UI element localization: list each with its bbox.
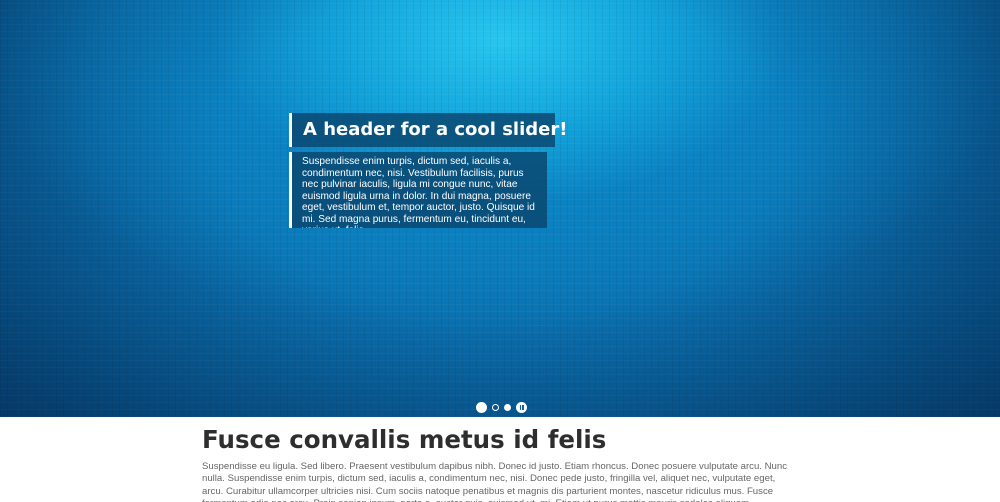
slide-dot-1[interactable]	[476, 401, 487, 413]
pause-icon[interactable]	[516, 401, 527, 413]
content-heading: Fusce convallis metus id felis	[202, 425, 607, 454]
page: A header for a cool slider! Suspendisse …	[0, 0, 1000, 502]
slider-controls	[476, 401, 527, 413]
content-paragraph: Suspendisse eu ligula. Sed libero. Praes…	[202, 461, 788, 502]
main-content: Fusce convallis metus id felis Suspendis…	[202, 417, 792, 502]
slide-dot-2[interactable]	[492, 403, 499, 411]
slider-caption-title: A header for a cool slider!	[289, 113, 567, 147]
slider-caption-body: Suspendisse enim turpis, dictum sed, iac…	[289, 152, 547, 228]
hero-slider[interactable]: A header for a cool slider! Suspendisse …	[0, 0, 1000, 417]
slide-dot-3[interactable]	[504, 403, 511, 411]
